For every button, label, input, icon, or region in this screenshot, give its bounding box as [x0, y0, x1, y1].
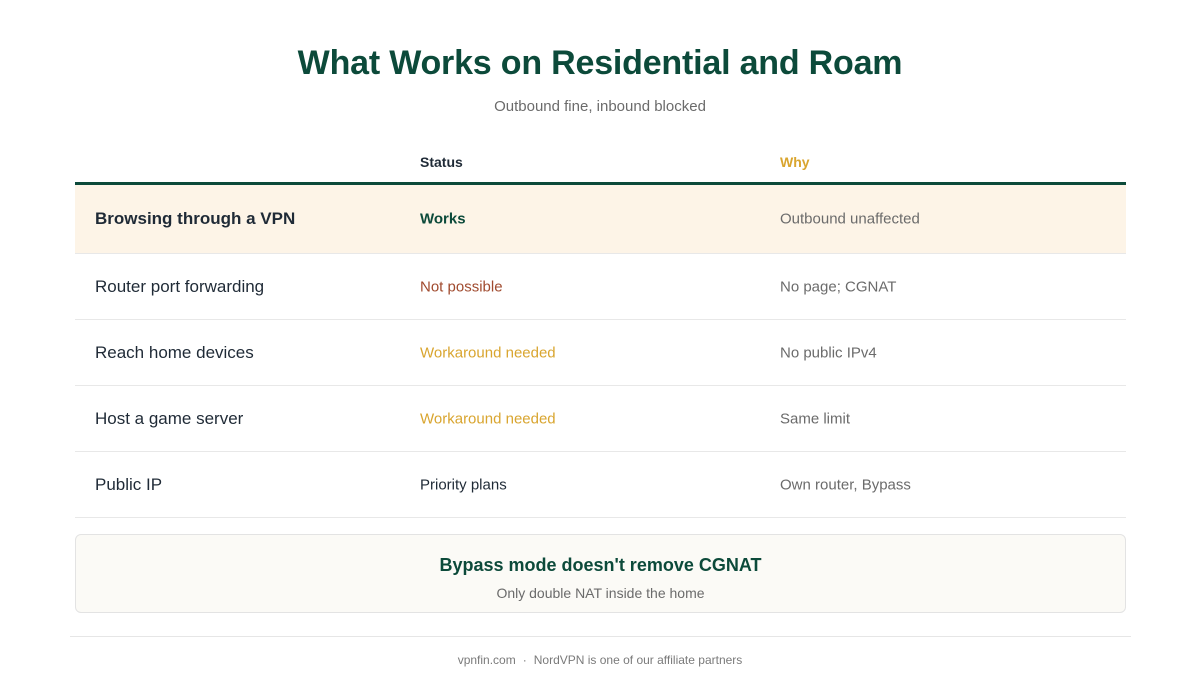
- table-row: Router port forwarding Not possible No p…: [75, 254, 1126, 320]
- feature-cell: Host a game server: [95, 408, 244, 428]
- status-cell: Workaround needed: [420, 410, 556, 427]
- column-header-why: Why: [780, 154, 810, 170]
- feature-cell: Router port forwarding: [95, 276, 265, 296]
- why-cell: No public IPv4: [780, 344, 877, 361]
- status-cell: Not possible: [420, 278, 503, 295]
- feature-cell: Reach home devices: [95, 342, 254, 362]
- why-cell: Outbound unaffected: [780, 210, 920, 228]
- table-row: Browsing through a VPN Works Outbound un…: [75, 185, 1126, 254]
- table-header: Status Why: [75, 146, 1126, 185]
- comparison-table: Status Why Browsing through a VPN Works …: [75, 146, 1126, 518]
- table-row: Host a game server Workaround needed Sam…: [75, 386, 1126, 452]
- why-cell: Same limit: [780, 410, 851, 427]
- page-subtitle: Outbound fine, inbound blocked: [494, 98, 706, 115]
- why-cell: No page; CGNAT: [780, 278, 897, 295]
- column-header-status: Status: [420, 154, 463, 170]
- footer: vpnfin.com · NordVPN is one of our affilia…: [0, 653, 1200, 667]
- callout-text: Only double NAT inside the home: [496, 585, 705, 601]
- why-cell: Own router, Bypass: [780, 476, 911, 493]
- footer-site: vpnfin.com: [457, 653, 516, 667]
- callout-box: Bypass mode doesn't remove CGNAT Only do…: [75, 534, 1126, 613]
- feature-cell: Browsing through a VPN: [95, 209, 296, 228]
- feature-cell: Public IP: [95, 474, 163, 494]
- table-row: Reach home devices Workaround needed No …: [75, 320, 1126, 386]
- table-row: Public IP Priority plans Own router, Byp…: [75, 452, 1126, 518]
- status-cell: Priority plans: [420, 476, 507, 493]
- callout-title: Bypass mode doesn't remove CGNAT: [439, 555, 762, 575]
- page-title: What Works on Residential and Roam: [297, 44, 903, 82]
- footer-divider: [70, 636, 1131, 637]
- status-cell: Workaround needed: [420, 344, 556, 361]
- status-cell: Works: [420, 210, 466, 228]
- footer-note: NordVPN is one of our affiliate partners: [533, 653, 743, 667]
- footer-separator: ·: [522, 653, 527, 667]
